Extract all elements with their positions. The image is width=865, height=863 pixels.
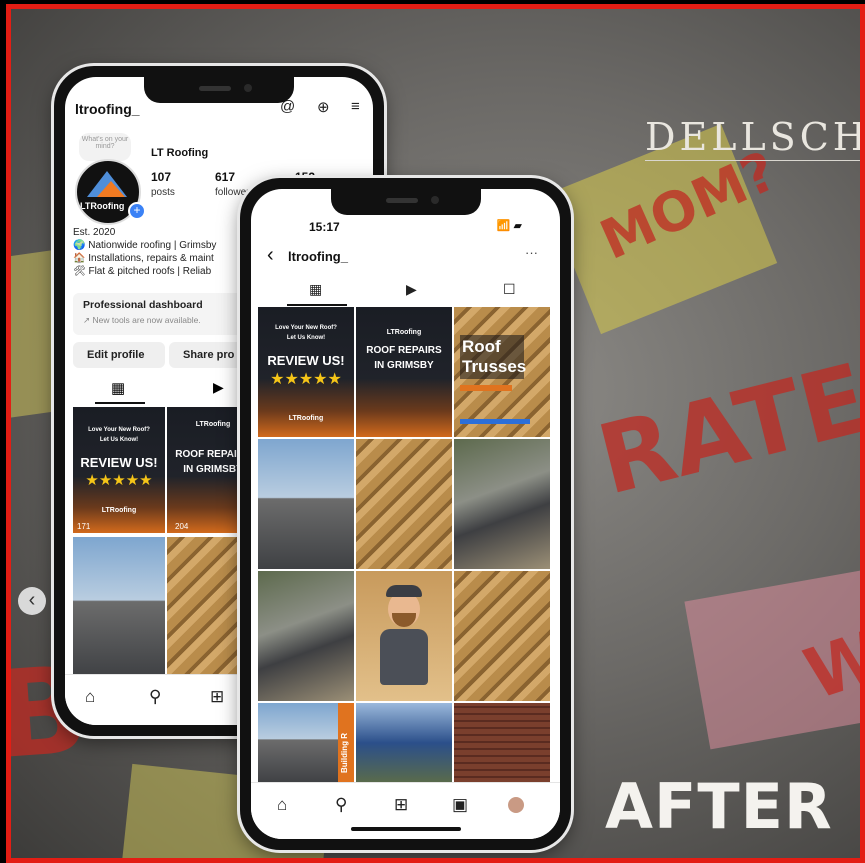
post-roof-repairs[interactable]: LTRoofing ROOF REPAIRS IN GRIMSBY [356,307,452,437]
logo-mark-inner [97,181,125,197]
bio-line: 🏠 Installations, repairs & maint [73,253,214,264]
reels-tab-icon[interactable]: ▶ [213,379,224,396]
profile-name: LT Roofing [151,147,209,159]
posts-label: posts [151,187,175,198]
rating-stars: ★★★★★ [270,371,342,388]
after-label: AFTER [605,770,833,843]
phone-notch [330,189,481,215]
menu-icon[interactable]: ≡ [351,98,360,115]
create-post-icon[interactable]: ⊕ [317,98,330,116]
status-time: 15:17 [309,220,340,234]
view-count: 204 [175,522,189,531]
search-icon[interactable]: ⚲ [149,687,161,707]
post-review-us[interactable]: Love Your New Roof? Let Us Know! REVIEW … [258,307,354,437]
post-line: Let Us Know! [286,335,326,341]
edit-profile-button[interactable]: Edit profile [73,342,165,368]
avatar-logo-text: LTRoofing [80,201,125,211]
bio-line: 🛠 Flat & pitched roofs | Reliab [73,266,212,277]
grid-screen: 15:17 📶 ▰ ‹ ltroofing_ ··· ▦ ▶ ☐ Love Yo… [251,189,560,839]
rating-stars: ★★★★★ [85,472,153,489]
more-options-icon[interactable]: ··· [525,245,538,260]
view-count: 171 [77,522,91,531]
cartoon-body [380,629,428,685]
cta-bar [460,385,512,391]
home-icon[interactable]: ⌂ [85,687,95,707]
carousel-prev-button[interactable]: ‹ [18,587,46,615]
brand-underline [645,160,865,161]
status-icons: 📶 ▰ [496,220,522,232]
post-headline: Roof Trusses [460,335,526,379]
post-photo[interactable] [356,439,452,569]
post-headline: REVIEW US! [267,353,345,368]
posts-count: 107 [151,170,172,184]
bio-line: Est. 2020 [73,227,116,238]
grid-tab-icon[interactable]: ▦ [111,379,125,397]
post-cartoon-roofer[interactable] [356,571,452,701]
post-line: Love Your New Roof? [275,325,337,331]
post-logo-text: LTRoofing [101,507,137,514]
cta-bar [460,419,530,424]
create-icon[interactable]: ⊞ [210,687,224,707]
post-photo[interactable] [454,439,550,569]
reels-icon[interactable]: ▣ [452,795,468,815]
bottom-nav: ⌂ ⚲ ⊞ ▣ [251,782,560,839]
home-icon[interactable]: ⌂ [277,795,287,815]
bio-line: 🌍 Nationwide roofing | Grimsby [73,240,217,251]
post-headline: ROOF REPAIRS IN GRIMSBY [366,345,442,371]
post-photo[interactable] [258,571,354,701]
scribble-mark: RATEG [587,323,865,517]
add-story-icon[interactable]: + [128,202,146,220]
dashboard-subtitle: ↗ New tools are now available. [83,315,201,325]
post-photo[interactable] [454,571,550,701]
followers-count[interactable]: 617 [215,170,235,184]
reels-tab-icon[interactable]: ▶ [406,281,417,298]
active-tab-indicator [287,304,347,306]
post-review-us[interactable]: Love Your New Roof? Let Us Know! REVIEW … [73,407,165,533]
phone-grid-mockup: 15:17 📶 ▰ ‹ ltroofing_ ··· ▦ ▶ ☐ Love Yo… [240,178,571,850]
tagged-tab-icon[interactable]: ☐ [503,281,516,298]
active-tab-indicator [95,402,145,404]
side-label: Building R [338,703,354,783]
profile-handle[interactable]: ltroofing_ [75,101,140,117]
dashboard-title: Professional dashboard [83,299,203,311]
profile-handle[interactable]: ltroofing_ [288,249,348,264]
search-icon[interactable]: ⚲ [335,795,347,815]
post-photo[interactable] [356,703,452,783]
brand-wordmark: DELLSCHE [645,115,865,159]
grid-tab-icon[interactable]: ▦ [309,281,322,298]
post-line: Let Us Know! [99,437,139,443]
post-photo[interactable] [258,703,338,783]
post-logo-text: LTRoofing [386,329,422,336]
back-arrow-icon[interactable]: ‹ [267,244,274,267]
side-label-text: Building R [340,733,349,773]
note-bubble[interactable]: What's on your mind? [79,133,131,161]
phone-notch [144,77,294,103]
screenshot-frame: MOM? RATEG B W DELLSCHE ltroofing_ @ ⊕ ≡… [0,0,865,863]
home-indicator [350,827,461,831]
post-roof-trusses[interactable]: Roof Trusses [454,307,550,437]
cartoon-cap [386,585,422,597]
post-photo[interactable] [73,537,165,677]
post-logo-text: LTRoofing [288,415,324,422]
post-photo[interactable] [454,703,550,783]
post-headline: REVIEW US! [80,455,158,470]
create-icon[interactable]: ⊞ [394,795,408,815]
post-line: Love Your New Roof? [88,427,150,433]
post-photo[interactable] [258,439,354,569]
profile-icon[interactable] [508,797,524,813]
